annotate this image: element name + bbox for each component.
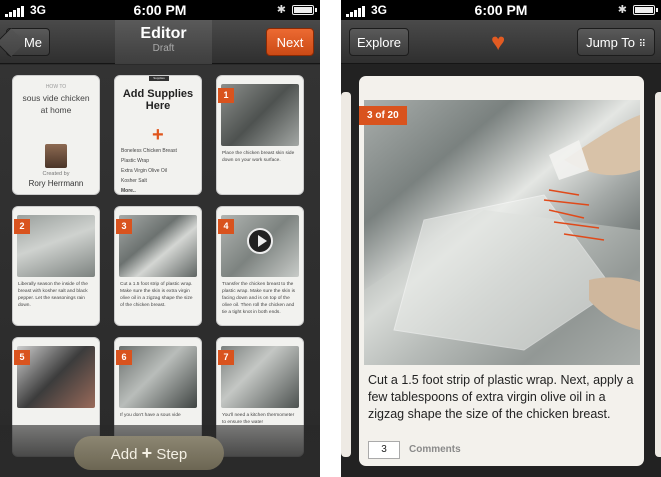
- next-slide-edge[interactable]: [655, 92, 661, 457]
- jump-to-label: Jump To: [586, 35, 635, 50]
- heart-icon[interactable]: ♥: [491, 29, 505, 57]
- step-number: 6: [116, 350, 132, 365]
- howto-label: HOW TO: [45, 84, 67, 90]
- editor-screen: 3G 6:00 PM ✱ Me Editor Draft Next HOW TO…: [0, 0, 320, 477]
- step-number: 1: [218, 88, 234, 103]
- step-number: 4: [218, 219, 234, 234]
- step-position-badge: 3 of 20: [359, 106, 407, 125]
- howto-card[interactable]: HOW TO sous vide chicken at home Created…: [12, 75, 100, 195]
- step-card[interactable]: 3 Cut a 1.5 foot strip of plastic wrap. …: [114, 206, 202, 326]
- next-button[interactable]: Next: [266, 28, 314, 56]
- page-title: Editor: [140, 25, 187, 42]
- viewer-nav-bar: Explore ♥ Jump To ⠿: [341, 20, 661, 64]
- add-step-label: Step: [156, 446, 188, 463]
- step-text: You'll need a kitchen thermometer to ens…: [222, 413, 295, 425]
- comments-link[interactable]: Comments: [409, 444, 461, 455]
- creator-name: Rory Herrmann: [28, 179, 84, 188]
- step-text: Cut a 1.5 foot strip of plastic wrap. Ma…: [120, 282, 193, 308]
- clock: 6:00 PM: [133, 2, 187, 18]
- back-button-label: Me: [23, 35, 43, 50]
- clock: 6:00 PM: [474, 2, 528, 18]
- step-card[interactable]: 4 Transfer the chicken breast to the pla…: [216, 206, 304, 326]
- viewer-screen: 3G 6:00 PM ✱ Explore ♥ Jump To ⠿ 3 of 20: [341, 0, 661, 477]
- more-link[interactable]: More..: [121, 186, 177, 194]
- created-by-label: Created by: [42, 171, 70, 177]
- supplies-tag: Supplies: [149, 76, 169, 81]
- supply-item: Kosher Salt: [121, 178, 147, 184]
- step-text: If you don't have a sous vide: [120, 413, 181, 418]
- step-text: Liberally season the inside of the breas…: [18, 282, 88, 308]
- jump-to-button[interactable]: Jump To ⠿: [577, 28, 655, 56]
- howto-title: sous vide chicken at home: [22, 93, 90, 115]
- explore-button[interactable]: Explore: [349, 28, 409, 56]
- step-text: Place the chicken breast skin side down …: [222, 151, 295, 163]
- editor-title-tab: Editor Draft: [115, 20, 212, 64]
- step-number: 5: [14, 350, 30, 365]
- status-bar: 3G 6:00 PM ✱: [341, 0, 661, 20]
- plus-icon: +: [141, 443, 153, 463]
- plus-icon: +: [152, 124, 164, 146]
- supply-item: Extra Virgin Olive Oil: [121, 168, 168, 174]
- step-photo-illustration: [364, 115, 640, 365]
- play-video-icon[interactable]: [247, 228, 273, 254]
- comments-count[interactable]: 3: [368, 441, 400, 459]
- supply-list: Boneless Chicken Breast Plastic Wrap Ext…: [121, 146, 177, 194]
- bluetooth-icon: ✱: [276, 4, 286, 16]
- add-step-label: Add: [110, 446, 138, 463]
- supply-item: Plastic Wrap: [121, 158, 149, 164]
- step-slide[interactable]: 3 of 20 Cut a 1.5 foot strip of plastic …: [359, 76, 644, 466]
- editor-nav-bar: Me Editor Draft Next: [0, 20, 320, 64]
- step-card[interactable]: 1 Place the chicken breast skin side dow…: [216, 75, 304, 195]
- page-subtitle: Draft: [152, 43, 175, 54]
- step-number: 7: [218, 350, 234, 365]
- step-number: 3: [116, 219, 132, 234]
- back-button[interactable]: Me: [6, 28, 50, 56]
- step-card[interactable]: 2 Liberally season the inside of the bre…: [12, 206, 100, 326]
- grid-icon: ⠿: [638, 39, 646, 50]
- step-text: Transfer the chicken breast to the plast…: [222, 282, 296, 315]
- supplies-title: Add Supplies Here: [122, 88, 194, 112]
- status-bar: 3G 6:00 PM ✱: [0, 0, 320, 20]
- add-step-button[interactable]: Add + Step: [74, 436, 224, 470]
- previous-slide-edge[interactable]: [341, 92, 351, 457]
- step-grid: HOW TO sous vide chicken at home Created…: [0, 65, 320, 477]
- step-photo: [364, 100, 640, 365]
- step-number: 2: [14, 219, 30, 234]
- supplies-card[interactable]: Supplies Add Supplies Here + Boneless Ch…: [114, 75, 202, 195]
- avatar: [45, 144, 67, 168]
- editor-bottom-bar: Add + Step: [0, 425, 320, 477]
- bluetooth-icon: ✱: [617, 4, 627, 16]
- supply-item: Boneless Chicken Breast: [121, 148, 177, 154]
- battery-icon: [633, 5, 658, 15]
- battery-icon: [292, 5, 317, 15]
- step-caption: Cut a 1.5 foot strip of plastic wrap. Ne…: [368, 373, 634, 421]
